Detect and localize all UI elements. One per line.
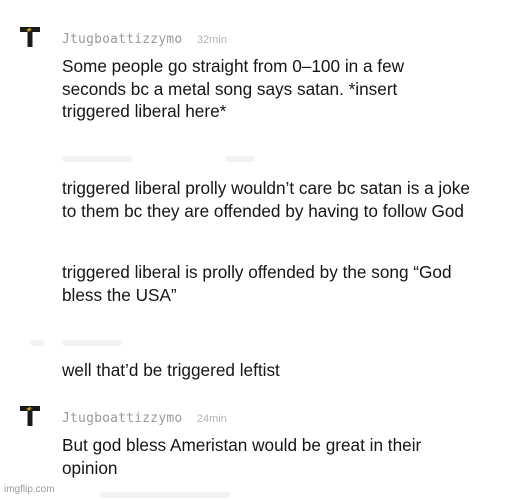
- hidden-meta-placeholder: [62, 340, 122, 346]
- user-avatar[interactable]: [20, 27, 40, 47]
- comment-text: triggered liberal is prolly offended by …: [62, 262, 452, 305]
- comment-text: But god bless Ameristan would be great i…: [62, 435, 422, 478]
- username[interactable]: Jtugboattizzymo: [62, 32, 182, 47]
- hidden-meta-placeholder: [30, 340, 44, 346]
- lightning-bolt-icon: [20, 27, 40, 47]
- watermark-label: imgflip.com: [4, 484, 55, 495]
- comment-text: triggered liberal prolly wouldn’t care b…: [62, 178, 470, 221]
- comment-text: well that’d be triggered leftist: [62, 360, 280, 380]
- comment-thread: Jtugboattizzymo 32min Some people go str…: [0, 0, 522, 500]
- username[interactable]: Jtugboattizzymo: [62, 411, 182, 426]
- comment-meta: Jtugboattizzymo 24min: [62, 410, 227, 426]
- user-avatar[interactable]: [20, 406, 40, 426]
- comment-text: Some people go straight from 0–100 in a …: [62, 56, 405, 121]
- timestamp: 32min: [196, 34, 227, 46]
- lightning-bolt-icon: [20, 406, 40, 426]
- hidden-meta-placeholder: [62, 156, 132, 162]
- hidden-meta-placeholder: [100, 492, 230, 498]
- timestamp: 24min: [196, 413, 227, 425]
- comment-meta: Jtugboattizzymo 32min: [62, 31, 227, 47]
- hidden-meta-placeholder: [225, 156, 255, 162]
